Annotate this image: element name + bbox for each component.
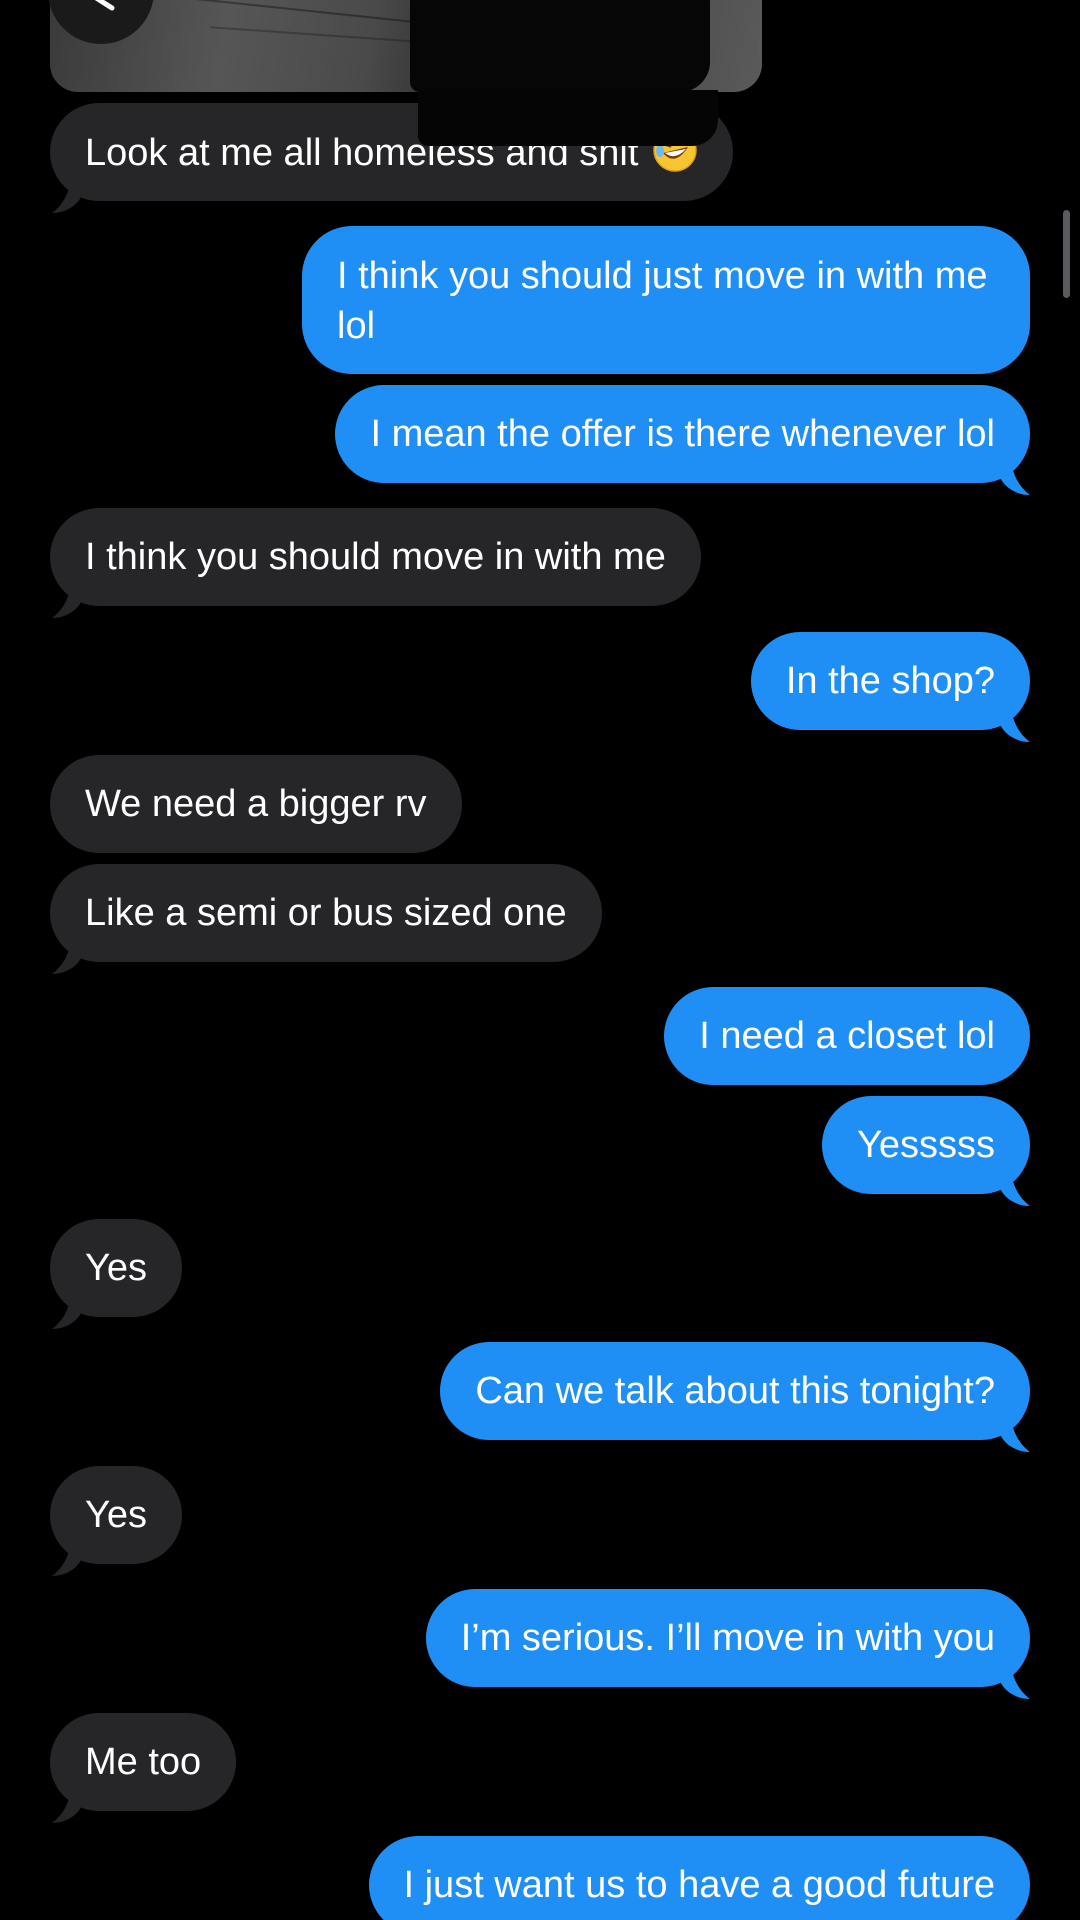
message-incoming[interactable]: We need a bigger rv [50,755,462,853]
message-incoming[interactable]: Me too [50,1713,237,1823]
message-outgoing[interactable]: I just want us to have a good future [368,1836,1030,1920]
bubble-tail [1000,465,1030,495]
message-text: I think you should move in with me [85,536,666,578]
message-text: Yesssss [857,1124,995,1166]
message-outgoing[interactable]: I think you should just move in with me … [302,226,1030,374]
bubble-tail [52,944,82,974]
message-outgoing[interactable]: Can we talk about this tonight? [440,1342,1030,1452]
message-text: I just want us to have a good future [403,1864,996,1906]
bubble-tail [52,183,82,213]
message-outgoing[interactable]: I mean the offer is there whenever lol [335,385,1030,495]
bubble-tail [52,1546,82,1576]
bubble-tail [52,1793,82,1823]
message-text: I’m serious. I’ll move in with you [460,1617,995,1659]
bubble-tail [52,588,82,618]
redaction-mark [410,0,710,92]
message-incoming[interactable]: Yes [50,1219,182,1329]
message-text: Can we talk about this tonight? [475,1370,995,1412]
message-text: I need a closet lol [699,1015,995,1057]
bubble-tail [1000,1176,1030,1206]
message-incoming[interactable]: Yes [50,1466,182,1576]
message-incoming[interactable]: Like a semi or bus sized one [50,864,602,974]
photo-attachment[interactable] [50,0,762,92]
bubble-tail [1000,712,1030,742]
message-text: Me too [85,1741,202,1783]
messages-screen: Look at me all homeless and shit I think… [0,0,1080,1920]
message-outgoing[interactable]: I need a closet lol [664,987,1030,1085]
message-text: Like a semi or bus sized one [85,892,567,934]
bubble-tail [1000,1669,1030,1699]
message-text: I mean the offer is there whenever lol [370,413,995,455]
scrollbar[interactable] [1063,210,1070,298]
message-text: I think you should just move in with me … [337,255,988,347]
message-outgoing[interactable]: Yesssss [822,1096,1030,1206]
chevron-left-icon [94,0,115,11]
bubble-tail [52,1299,82,1329]
bubble-tail [1000,1422,1030,1452]
message-outgoing[interactable]: In the shop? [750,632,1030,742]
message-text: We need a bigger rv [85,783,427,825]
message-incoming[interactable]: I think you should move in with me [50,508,701,618]
message-text: Yes [85,1247,147,1289]
message-outgoing[interactable]: I’m serious. I’ll move in with you [425,1589,1030,1699]
redaction-mark [418,90,718,146]
message-text: In the shop? [785,660,995,702]
message-text: Yes [85,1494,147,1536]
